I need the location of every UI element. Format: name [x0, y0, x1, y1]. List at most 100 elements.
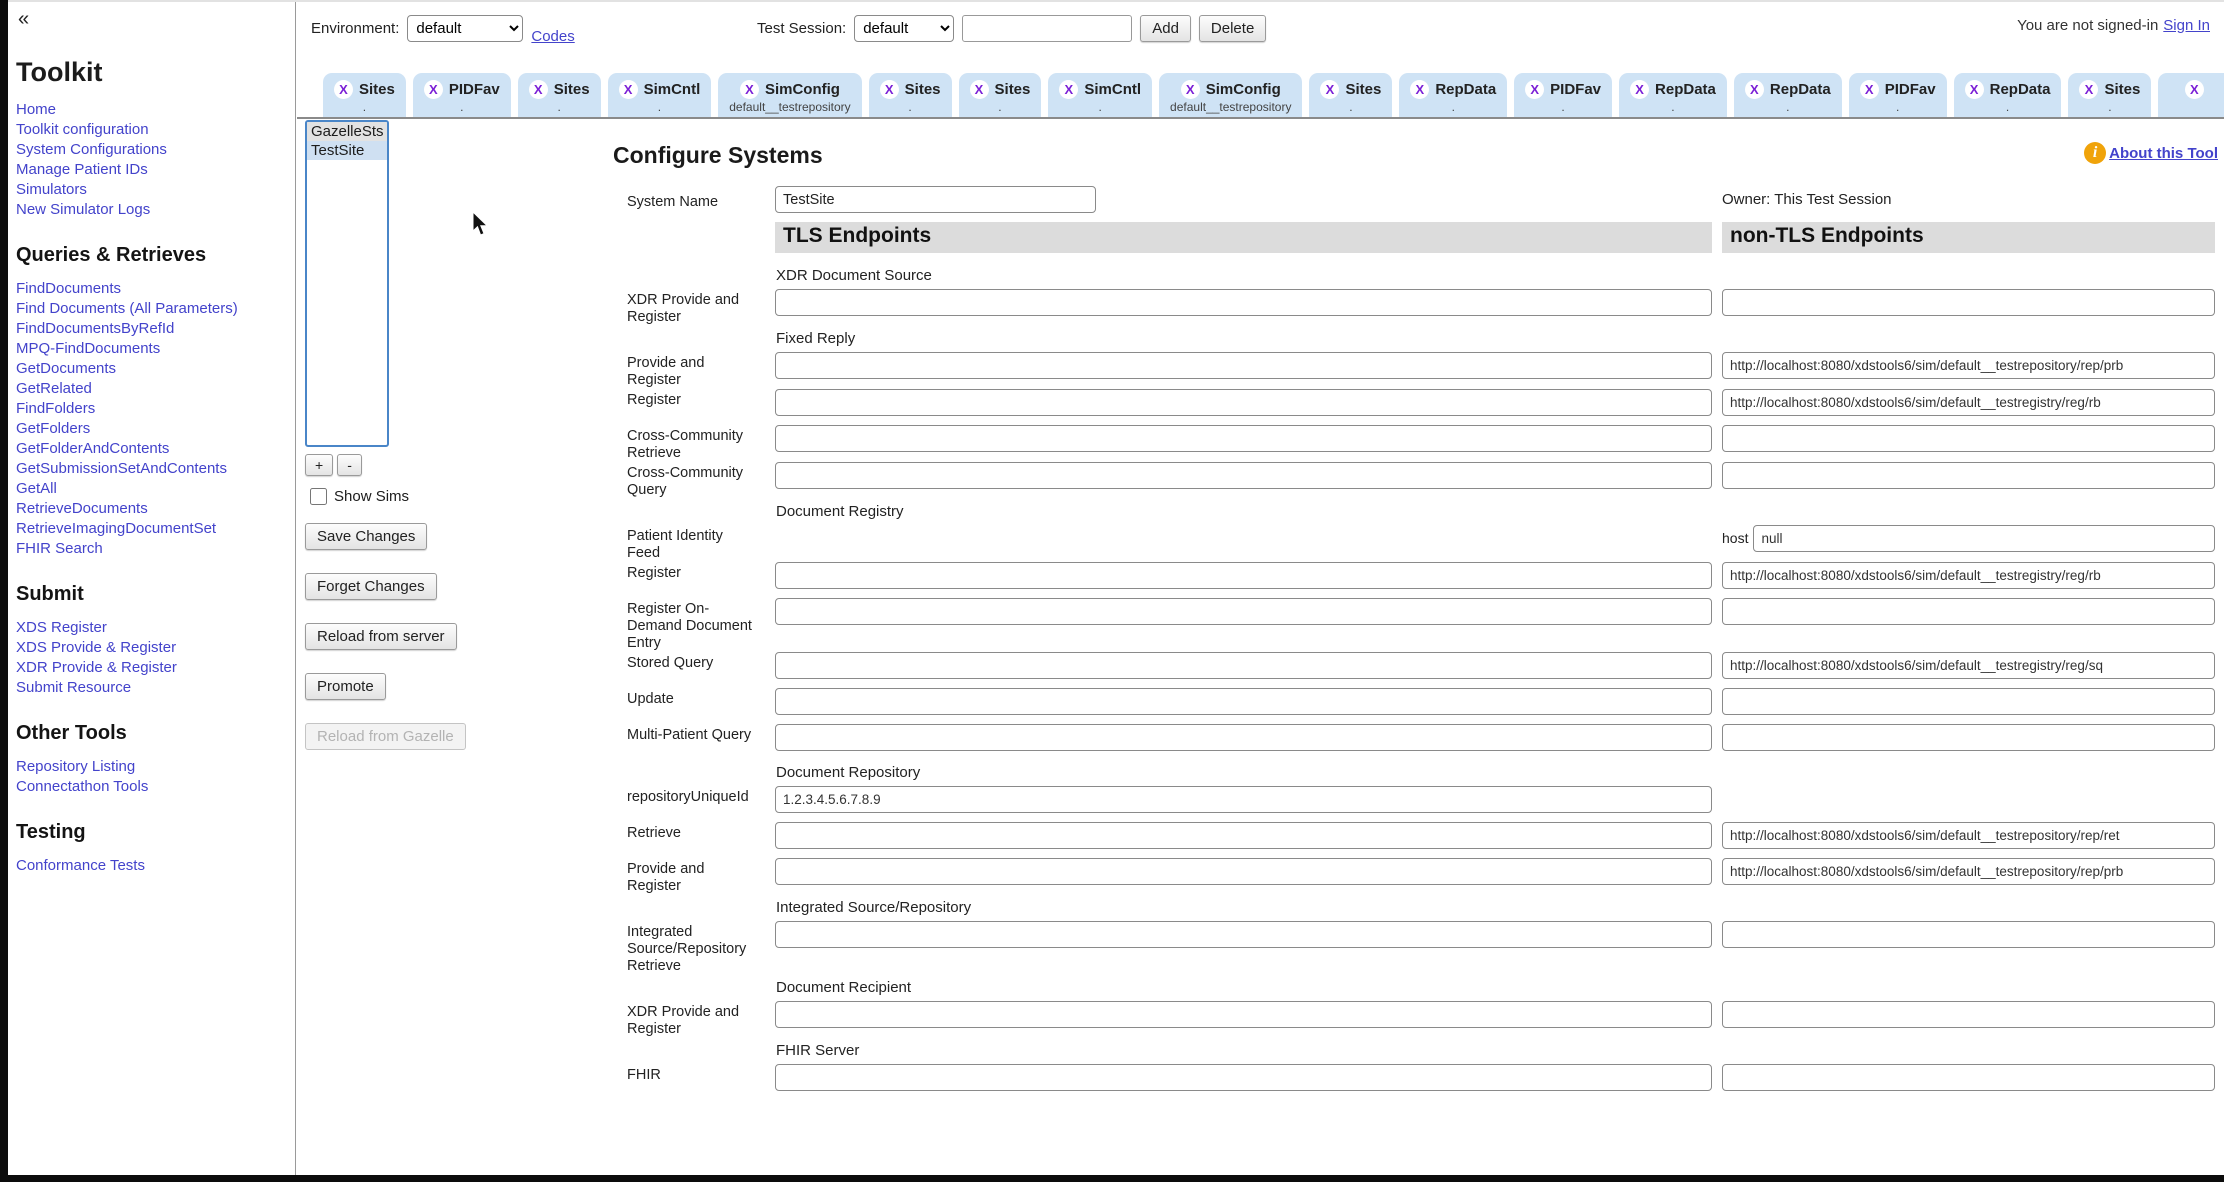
reload-from-server-button[interactable]: Reload from server — [305, 623, 457, 650]
about-this-tool-link[interactable]: About this Tool — [2109, 145, 2218, 162]
nontls-endpoint-input[interactable] — [1722, 389, 2215, 416]
nontls-endpoint-input[interactable] — [1722, 352, 2215, 379]
codes-link[interactable]: Codes — [531, 28, 574, 45]
sidebar-link[interactable]: MPQ-FindDocuments — [16, 339, 295, 359]
nontls-endpoint-input[interactable] — [1722, 289, 2215, 316]
show-sims-checkbox[interactable] — [310, 488, 327, 505]
nontls-endpoint-input[interactable] — [1722, 1064, 2215, 1091]
close-tab-icon[interactable]: X — [619, 80, 638, 99]
close-tab-icon[interactable]: X — [880, 80, 899, 99]
tls-endpoint-input[interactable] — [775, 1001, 1712, 1028]
nontls-endpoint-input[interactable] — [1722, 598, 2215, 625]
tls-endpoint-input[interactable] — [775, 425, 1712, 452]
close-tab-icon[interactable]: X — [1860, 80, 1879, 99]
close-tab-icon[interactable]: X — [1745, 80, 1764, 99]
nontls-endpoint-input[interactable] — [1722, 724, 2215, 751]
tab[interactable]: XPIDFav. — [413, 73, 511, 117]
nontls-endpoint-input[interactable] — [1753, 525, 2215, 552]
sidebar-link[interactable]: GetSubmissionSetAndContents — [16, 459, 295, 479]
tab[interactable]: XSimConfigdefault__testrepository — [718, 73, 861, 117]
tls-endpoint-input[interactable] — [775, 1064, 1712, 1091]
sidebar-link[interactable]: Home — [16, 100, 295, 120]
tab[interactable]: XSimCntl. — [1048, 73, 1152, 117]
system-listbox[interactable]: GazelleSts TestSite — [305, 120, 389, 447]
sidebar-link[interactable]: GetRelated — [16, 379, 295, 399]
nontls-endpoint-input[interactable] — [1722, 921, 2215, 948]
close-tab-icon[interactable]: X — [529, 80, 548, 99]
tab[interactable]: XSites. — [1309, 73, 1392, 117]
tab[interactable]: XRepData. — [1954, 73, 2062, 117]
add-system-button[interactable]: + — [305, 454, 333, 476]
tab[interactable]: XSites. — [869, 73, 952, 117]
forget-changes-button[interactable]: Forget Changes — [305, 573, 437, 600]
close-tab-icon[interactable]: X — [1181, 80, 1200, 99]
sidebar-link[interactable]: Find Documents (All Parameters) — [16, 299, 295, 319]
sidebar-link[interactable]: Simulators — [16, 180, 295, 200]
tls-endpoint-input[interactable] — [775, 822, 1712, 849]
tab[interactable]: XRepData. — [1619, 73, 1727, 117]
nontls-endpoint-input[interactable] — [1722, 1001, 2215, 1028]
delete-test-session-button[interactable]: Delete — [1199, 15, 1266, 42]
sidebar-link[interactable]: Connectathon Tools — [16, 777, 295, 797]
close-tab-icon[interactable]: X — [424, 80, 443, 99]
add-test-session-button[interactable]: Add — [1140, 15, 1191, 42]
tab[interactable]: XRepData. — [1734, 73, 1842, 117]
tab[interactable]: XSimConfigdefault__testrepository — [1159, 73, 1302, 117]
sidebar-link[interactable]: Toolkit configuration — [16, 120, 295, 140]
tls-endpoint-input[interactable] — [775, 598, 1712, 625]
nontls-endpoint-input[interactable] — [1722, 462, 2215, 489]
tab[interactable]: XPIDFav. — [1849, 73, 1947, 117]
sidebar-link[interactable]: RetrieveImagingDocumentSet — [16, 519, 295, 539]
sidebar-link[interactable]: New Simulator Logs — [16, 200, 295, 220]
tls-endpoint-input[interactable] — [775, 562, 1712, 589]
sidebar-link[interactable]: XDS Register — [16, 618, 295, 638]
nontls-endpoint-input[interactable] — [1722, 858, 2215, 885]
sign-in-link[interactable]: Sign In — [2163, 17, 2210, 34]
close-tab-icon[interactable]: X — [1965, 80, 1984, 99]
close-tab-icon[interactable]: X — [970, 80, 989, 99]
nontls-endpoint-input[interactable] — [1722, 562, 2215, 589]
sidebar-link[interactable]: System Configurations — [16, 140, 295, 160]
collapse-sidebar-icon[interactable]: « — [16, 8, 295, 31]
tab[interactable]: XRepData. — [1399, 73, 1507, 117]
tls-endpoint-input[interactable] — [775, 786, 1712, 813]
close-tab-icon[interactable]: X — [1630, 80, 1649, 99]
close-tab-icon[interactable]: X — [1525, 80, 1544, 99]
sidebar-link[interactable]: FHIR Search — [16, 539, 295, 559]
close-tab-icon[interactable]: X — [740, 80, 759, 99]
nontls-endpoint-input[interactable] — [1722, 425, 2215, 452]
sidebar-link[interactable]: GetDocuments — [16, 359, 295, 379]
tls-endpoint-input[interactable] — [775, 921, 1712, 948]
close-tab-icon[interactable]: X — [2079, 80, 2098, 99]
close-tab-icon[interactable]: X — [1059, 80, 1078, 99]
sidebar-link[interactable]: RetrieveDocuments — [16, 499, 295, 519]
tab[interactable]: XSites. — [959, 73, 1042, 117]
sidebar-link[interactable]: Manage Patient IDs — [16, 160, 295, 180]
tab[interactable]: XSites. — [2068, 73, 2151, 117]
sidebar-link[interactable]: Submit Resource — [16, 678, 295, 698]
save-changes-button[interactable]: Save Changes — [305, 523, 427, 550]
tls-endpoint-input[interactable] — [775, 652, 1712, 679]
tab[interactable]: XSimCntl. — [608, 73, 712, 117]
list-item-selected[interactable]: TestSite — [307, 141, 387, 160]
sidebar-link[interactable]: GetFolderAndContents — [16, 439, 295, 459]
sidebar-link[interactable]: XDS Provide & Register — [16, 638, 295, 658]
tls-endpoint-input[interactable] — [775, 858, 1712, 885]
tls-endpoint-input[interactable] — [775, 688, 1712, 715]
sidebar-link[interactable]: GetFolders — [16, 419, 295, 439]
tls-endpoint-input[interactable] — [775, 389, 1712, 416]
close-tab-icon[interactable]: X — [334, 80, 353, 99]
nontls-endpoint-input[interactable] — [1722, 652, 2215, 679]
sidebar-link[interactable]: GetAll — [16, 479, 295, 499]
test-session-select[interactable]: default — [854, 15, 954, 42]
close-tab-icon[interactable]: X — [1320, 80, 1339, 99]
tab[interactable]: XPIDFav. — [1514, 73, 1612, 117]
list-item[interactable]: GazelleSts — [307, 122, 387, 141]
sidebar-link[interactable]: FindDocuments — [16, 279, 295, 299]
tls-endpoint-input[interactable] — [775, 724, 1712, 751]
nontls-endpoint-input[interactable] — [1722, 688, 2215, 715]
close-tab-icon[interactable]: X — [2185, 80, 2204, 99]
tls-endpoint-input[interactable] — [775, 352, 1712, 379]
environment-select[interactable]: default — [407, 15, 523, 42]
sidebar-link[interactable]: XDR Provide & Register — [16, 658, 295, 678]
